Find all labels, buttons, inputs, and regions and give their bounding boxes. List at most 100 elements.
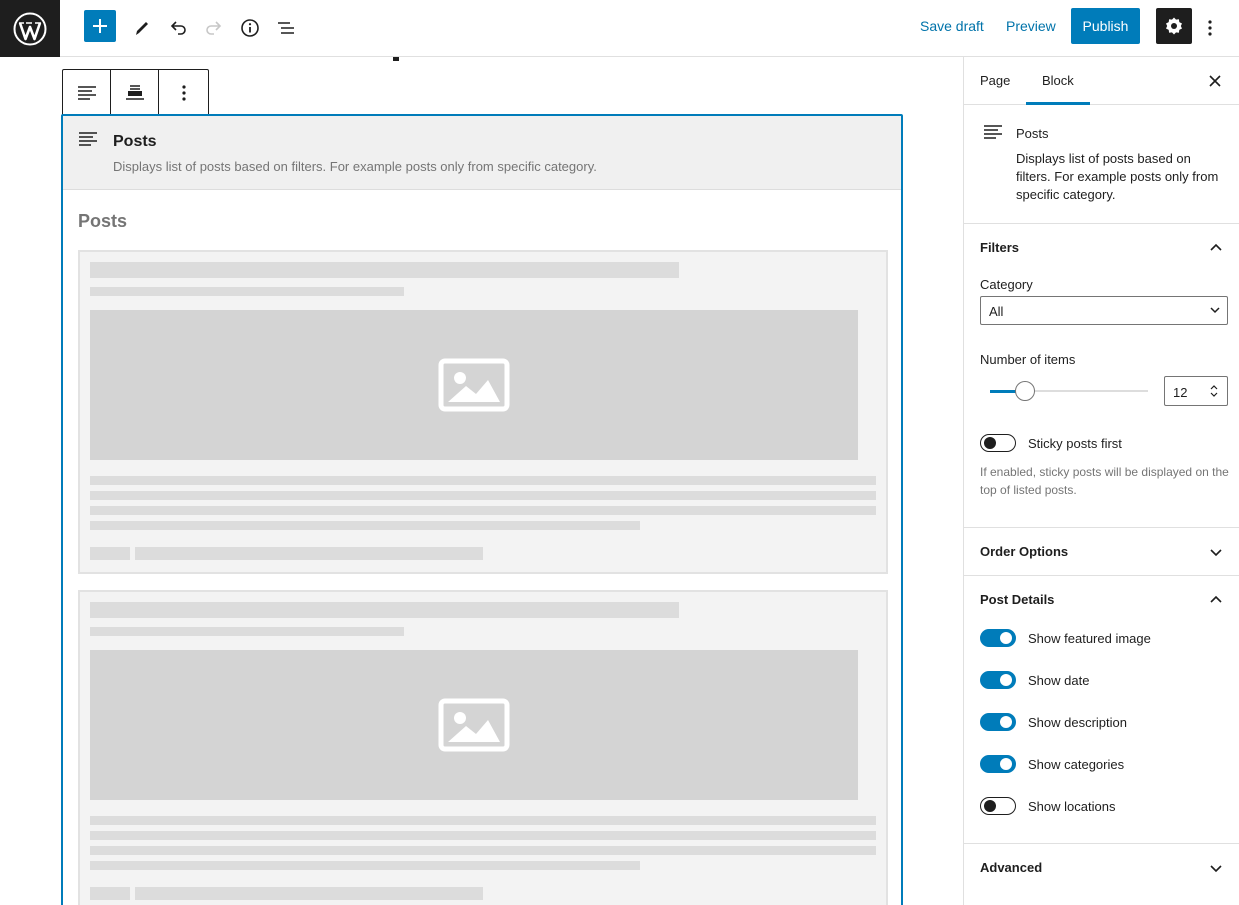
chevron-up-icon [1210, 243, 1222, 251]
skeleton-meta [90, 627, 404, 636]
publish-button[interactable]: Publish [1071, 8, 1140, 44]
preview-button[interactable]: Preview [1006, 18, 1056, 34]
block-placeholder-header: Posts Displays list of posts based on fi… [63, 116, 901, 190]
align-button[interactable] [111, 70, 159, 116]
toggle-knob [1000, 632, 1012, 644]
post-details-title: Post Details [980, 592, 1055, 607]
block-toolbar [62, 69, 209, 117]
posts-block-icon [79, 132, 97, 151]
sticky-posts-help: If enabled, sticky posts will be display… [980, 465, 1229, 497]
image-placeholder [90, 650, 858, 800]
post-detail-toggle[interactable] [980, 755, 1016, 773]
more-vertical-icon [1208, 20, 1212, 36]
skeleton-line [90, 521, 640, 530]
toggle-knob [1000, 716, 1012, 728]
number-of-items-label: Number of items [980, 352, 1076, 367]
toggle-knob [1000, 758, 1012, 770]
skeleton-title [90, 262, 679, 278]
post-detail-toggle[interactable] [980, 671, 1016, 689]
post-title-fragment [393, 57, 399, 61]
info-icon [241, 19, 259, 37]
block-card: Posts Displays list of posts based on fi… [964, 105, 1239, 224]
close-icon [1209, 75, 1221, 87]
skeleton-line [90, 816, 876, 825]
skeleton-tag [90, 547, 130, 560]
undo-icon [170, 21, 186, 35]
image-placeholder [90, 310, 858, 460]
skeleton-line [90, 861, 640, 870]
list-view-icon [278, 22, 294, 34]
settings-sidebar: Page Block Posts Displays list of posts … [963, 57, 1239, 905]
redo-button[interactable] [196, 10, 232, 46]
block-description: Displays list of posts based on filters.… [113, 159, 597, 174]
advanced-title: Advanced [980, 860, 1043, 875]
close-sidebar-button[interactable] [1206, 72, 1224, 90]
save-draft-button[interactable]: Save draft [920, 18, 984, 34]
align-wide-icon [125, 85, 144, 100]
skeleton-line [90, 491, 876, 500]
block-options-button[interactable] [159, 70, 208, 116]
category-select[interactable]: All [980, 296, 1228, 325]
edit-tools-button[interactable] [124, 10, 160, 46]
filters-panel-toggle[interactable]: Filters [964, 224, 1239, 272]
list-view-button[interactable] [268, 10, 304, 46]
settings-button[interactable] [1156, 8, 1192, 44]
image-icon [438, 698, 510, 752]
undo-button[interactable] [160, 10, 196, 46]
block-type-button[interactable] [63, 70, 111, 116]
skeleton-line [90, 846, 876, 855]
block-title: Posts [113, 133, 157, 150]
chevron-up-icon [1210, 595, 1222, 603]
posts-block-icon [984, 125, 1002, 144]
toggle-knob [984, 800, 996, 812]
items-range-thumb[interactable] [1014, 381, 1035, 401]
post-card-skeleton [78, 590, 888, 905]
category-select-value: All [989, 304, 1004, 319]
post-detail-toggle[interactable] [980, 629, 1016, 647]
post-detail-toggle-label: Show featured image [1028, 631, 1151, 646]
toggle-knob [1000, 674, 1012, 686]
post-card-skeleton [78, 250, 888, 574]
skeleton-meta [90, 287, 404, 296]
post-detail-toggle-label: Show categories [1028, 757, 1125, 772]
skeleton-tag [135, 887, 483, 900]
sticky-posts-toggle[interactable] [980, 434, 1016, 452]
sticky-posts-label: Sticky posts first [1028, 436, 1122, 451]
advanced-panel-toggle[interactable]: Advanced [964, 844, 1239, 892]
details-button[interactable] [232, 10, 268, 46]
skeleton-tag [90, 887, 130, 900]
wordpress-icon [13, 12, 47, 45]
posts-block-icon [77, 86, 96, 100]
add-block-button[interactable] [84, 10, 116, 42]
posts-block[interactable]: Posts Displays list of posts based on fi… [61, 114, 903, 905]
order-options-panel-toggle[interactable]: Order Options [964, 528, 1239, 576]
tab-block[interactable]: Block [1042, 73, 1074, 88]
gear-icon [1166, 17, 1182, 35]
category-label: Category [980, 277, 1033, 292]
posts-preview-heading: Posts [78, 211, 128, 231]
skeleton-line [90, 831, 876, 840]
post-details-panel-toggle[interactable]: Post Details [964, 576, 1239, 624]
number-of-items-input[interactable]: 12 [1164, 376, 1228, 406]
sidebar-tabs: Page Block [964, 57, 1239, 105]
post-detail-toggle[interactable] [980, 797, 1016, 815]
skeleton-line [90, 476, 876, 485]
options-menu-button[interactable] [1192, 10, 1228, 46]
redo-icon [206, 21, 222, 35]
pencil-icon [136, 22, 148, 35]
skeleton-title [90, 602, 679, 618]
skeleton-tag [135, 547, 483, 560]
filters-panel-title: Filters [980, 240, 1020, 255]
block-card-title: Posts [1016, 126, 1049, 141]
spinner-arrows-icon[interactable] [1209, 384, 1219, 398]
tab-page[interactable]: Page [980, 73, 1010, 88]
toggle-knob [984, 437, 996, 449]
post-detail-toggle-label: Show description [1028, 715, 1127, 730]
number-of-items-value: 12 [1173, 385, 1188, 400]
wordpress-logo[interactable] [0, 0, 60, 57]
editor-header: Save draft Preview Publish [0, 0, 1239, 57]
post-detail-toggle-label: Show locations [1028, 799, 1116, 814]
chevron-down-icon [1210, 865, 1222, 873]
post-detail-toggle[interactable] [980, 713, 1016, 731]
plus-icon [93, 19, 107, 33]
